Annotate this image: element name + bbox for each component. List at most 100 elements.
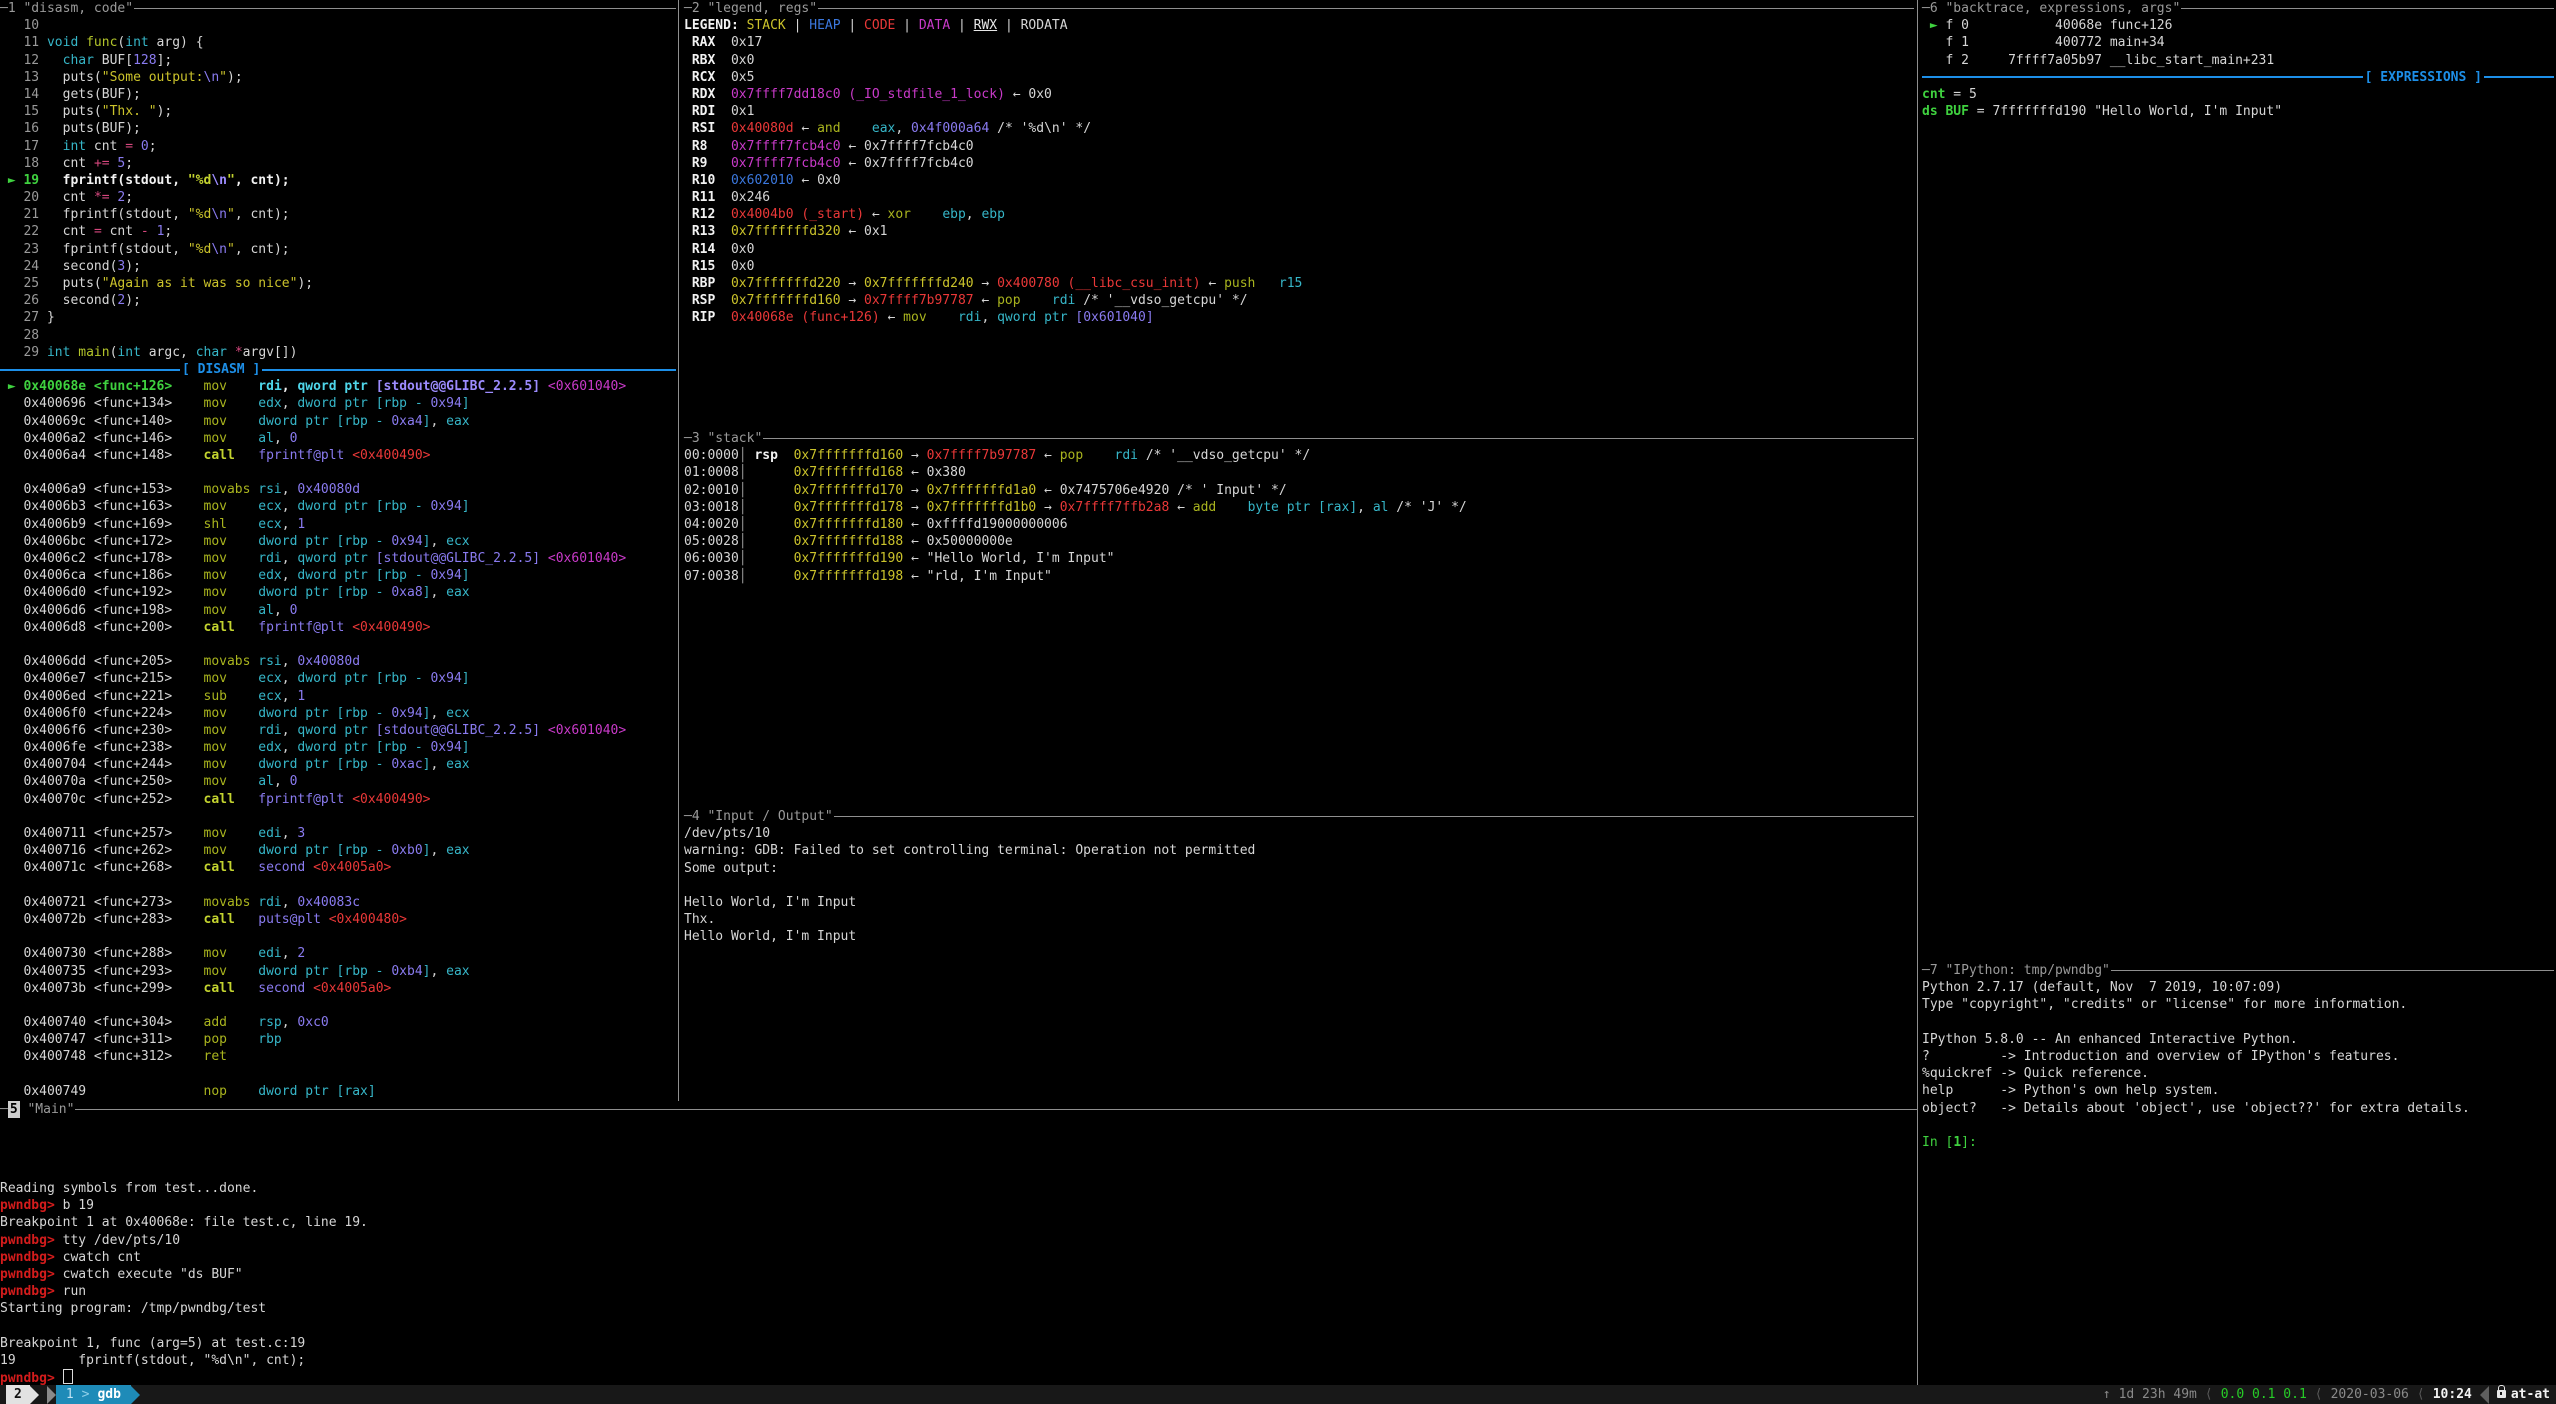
status-separator-icon: ⟨	[2205, 1386, 2213, 1403]
powerline-arrow-left-icon	[2480, 1386, 2489, 1404]
terminal-row: 06:0030│ 0x7fffffffd190 ← "Hello World, …	[684, 550, 1914, 567]
ipython-lines[interactable]: Python 2.7.17 (default, Nov 7 2019, 10:0…	[1922, 979, 2554, 1151]
terminal-row: 0x4006dd <func+205> movabs rsi, 0x40080d	[0, 653, 676, 670]
terminal-row: 16 puts(BUF);	[0, 120, 676, 137]
terminal-row	[0, 636, 676, 653]
status-separator-icon: ⟨	[2315, 1386, 2323, 1403]
pane-title-input-output: ─4 "Input / Output"	[684, 808, 1914, 825]
terminal-row: 0x400735 <func+293> mov dword ptr [rbp -…	[0, 963, 676, 980]
gdb-console-lines[interactable]: Reading symbols from test...done.pwndbg>…	[0, 1180, 1910, 1386]
terminal-row: Some output:	[684, 860, 1914, 877]
terminal-row: 15 puts("Thx. ");	[0, 103, 676, 120]
terminal-row: Breakpoint 1 at 0x40068e: file test.c, l…	[0, 1214, 1910, 1231]
terminal-row: 00:0000│ rsp 0x7fffffffd160 → 0x7ffff7b9…	[684, 447, 1914, 464]
terminal-row: 0x4006fe <func+238> mov edx, dword ptr […	[0, 739, 676, 756]
terminal-row: 0x4006a2 <func+146> mov al, 0	[0, 430, 676, 447]
pane-main-gdb[interactable]: Reading symbols from test...done.pwndbg>…	[0, 1180, 1910, 1386]
pane-number: 6	[1930, 0, 1938, 17]
active-pane-number: 5	[8, 1101, 20, 1118]
expressions-section-divider: [ EXPRESSIONS ]	[1922, 69, 2554, 86]
pane-disasm-code[interactable]: ─1 "disasm, code" 10 11 void func(int ar…	[0, 0, 676, 1100]
terminal-row: 17 int cnt = 0;	[0, 138, 676, 155]
terminal-row: 0x40073b <func+299> call second <0x4005a…	[0, 980, 676, 997]
terminal-row: 0x4006b9 <func+169> shl ecx, 1	[0, 516, 676, 533]
pane-legend-regs[interactable]: ─2 "legend, regs" LEGEND: STACK | HEAP |…	[684, 0, 1914, 327]
terminal-row: 11 void func(int arg) {	[0, 34, 676, 51]
title-fill-line	[75, 1109, 1917, 1110]
terminal-row: ► 19 fprintf(stdout, "%d\n", cnt);	[0, 172, 676, 189]
terminal-row: 20 cnt *= 2;	[0, 189, 676, 206]
terminal-row	[0, 464, 676, 481]
terminal-row: RBX 0x0	[684, 52, 1914, 69]
terminal-row: 26 second(2);	[0, 292, 676, 309]
status-bar-right: ↑ 1d 23h 49m ⟨ 0.0 0.1 0.1 ⟨ 2020-03-06 …	[2103, 1386, 2556, 1404]
powerline-arrow-icon	[47, 1386, 56, 1404]
terminal-row: RBP 0x7fffffffd220 → 0x7fffffffd240 → 0x…	[684, 275, 1914, 292]
terminal-row: 0x400721 <func+273> movabs rdi, 0x40083c	[0, 894, 676, 911]
terminal-row: 0x4006a9 <func+153> movabs rsi, 0x40080d	[0, 481, 676, 498]
terminal-row: 28	[0, 327, 676, 344]
terminal-row: pwndbg>	[0, 1369, 1910, 1386]
title-fill-line	[2181, 8, 2554, 9]
pane-input-output[interactable]: ─4 "Input / Output" /dev/pts/10warning: …	[684, 808, 1914, 946]
pane-border-vertical-right[interactable]	[1917, 0, 1918, 1385]
terminal-row: 19 fprintf(stdout, "%d\n", cnt);	[0, 1352, 1910, 1369]
terminal-row: object? -> Details about 'object', use '…	[1922, 1100, 2554, 1117]
terminal-row: pwndbg> cwatch cnt	[0, 1249, 1910, 1266]
terminal-row: 02:0010│ 0x7fffffffd170 → 0x7fffffffd1a0…	[684, 482, 1914, 499]
window-index: 1	[66, 1385, 74, 1404]
pane-number: 2	[692, 0, 700, 17]
terminal-row: Thx.	[684, 911, 1914, 928]
terminal-row: 0x4006b3 <func+163> mov ecx, dword ptr […	[0, 498, 676, 515]
disasm-lines: ► 0x40068e <func+126> mov rdi, qword ptr…	[0, 378, 676, 1100]
pane-ipython[interactable]: ─7 "IPython: tmp/pwndbg" Python 2.7.17 (…	[1922, 962, 2554, 1151]
terminal-row: RSI 0x40080d ← and eax, 0x4f000a64 /* '%…	[684, 120, 1914, 137]
powerline-arrow-icon	[131, 1386, 140, 1404]
tmux-pwndbg-screen: { "panes": { "disasm_code": { "num": "1"…	[0, 0, 2556, 1404]
register-lines: LEGEND: STACK | HEAP | CODE | DATA | RWX…	[684, 17, 1914, 326]
session-name-badge[interactable]: 2	[6, 1385, 30, 1404]
disasm-section-label: [ DISASM ]	[180, 361, 262, 378]
terminal-row: 0x4006f6 <func+230> mov rdi, qword ptr […	[0, 722, 676, 739]
terminal-row: 29 int main(int argc, char *argv[])	[0, 344, 676, 361]
terminal-row: 0x400730 <func+288> mov edi, 2	[0, 945, 676, 962]
terminal-row	[1922, 1117, 2554, 1134]
terminal-row: 0x400711 <func+257> mov edi, 3	[0, 825, 676, 842]
status-date: 2020-03-06	[2331, 1386, 2409, 1403]
terminal-row: 0x400747 <func+311> pop rbp	[0, 1031, 676, 1048]
pane-number: 3	[692, 430, 700, 447]
pane-title-legend-regs: ─2 "legend, regs"	[684, 0, 1914, 17]
terminal-row: 0x4006ed <func+221> sub ecx, 1	[0, 688, 676, 705]
terminal-row: 13 puts("Some output:\n");	[0, 69, 676, 86]
terminal-row: RSP 0x7fffffffd160 → 0x7ffff7b97787 ← po…	[684, 292, 1914, 309]
pane-title-label: "IPython: tmp/pwndbg"	[1945, 962, 2109, 979]
terminal-row: R11 0x246	[684, 189, 1914, 206]
terminal-row: 0x4006ca <func+186> mov edx, dword ptr […	[0, 567, 676, 584]
terminal-row: Hello World, I'm Input	[684, 894, 1914, 911]
pane-backtrace[interactable]: ─6 "backtrace, expressions, args" ► f 0 …	[1922, 0, 2554, 120]
terminal-row: 0x400716 <func+262> mov dword ptr [rbp -…	[0, 842, 676, 859]
pane-title-label: "Input / Output"	[707, 808, 832, 825]
hostname-segment: at-at	[2497, 1386, 2550, 1403]
terminal-row: 27 }	[0, 309, 676, 326]
pane-stack[interactable]: ─3 "stack" 00:0000│ rsp 0x7fffffffd160 →…	[684, 430, 1914, 585]
terminal-row	[0, 1318, 1910, 1335]
text-cursor[interactable]	[63, 1369, 73, 1384]
status-time: 10:24	[2433, 1386, 2472, 1403]
tmux-status-bar: 2 1 > gdb ↑ 1d 23h 49m ⟨ 0.0 0.1 0.1 ⟨ 2…	[0, 1385, 2556, 1404]
lock-icon	[2497, 1390, 2506, 1398]
terminal-row: pwndbg> tty /dev/pts/10	[0, 1232, 1910, 1249]
pane-border-vertical-left[interactable]	[678, 0, 679, 1101]
terminal-row: /dev/pts/10	[684, 825, 1914, 842]
window-tab-gdb[interactable]: 1 > gdb	[56, 1385, 131, 1404]
load-average: 0.0 0.1 0.1	[2221, 1386, 2307, 1403]
pane-number: 1	[8, 0, 16, 17]
terminal-row: 0x4006d8 <func+200> call fprintf@plt <0x…	[0, 619, 676, 636]
terminal-row: 0x400748 <func+312> ret	[0, 1048, 676, 1065]
pane-title-backtrace: ─6 "backtrace, expressions, args"	[1922, 0, 2554, 17]
terminal-row: ► 0x40068e <func+126> mov rdi, qword ptr…	[0, 378, 676, 395]
status-separator-icon: ⟨	[2417, 1386, 2425, 1403]
terminal-row: 01:0008│ 0x7fffffffd168 ← 0x380	[684, 464, 1914, 481]
title-fill-line	[818, 8, 1914, 9]
terminal-row: Starting program: /tmp/pwndbg/test	[0, 1300, 1910, 1317]
